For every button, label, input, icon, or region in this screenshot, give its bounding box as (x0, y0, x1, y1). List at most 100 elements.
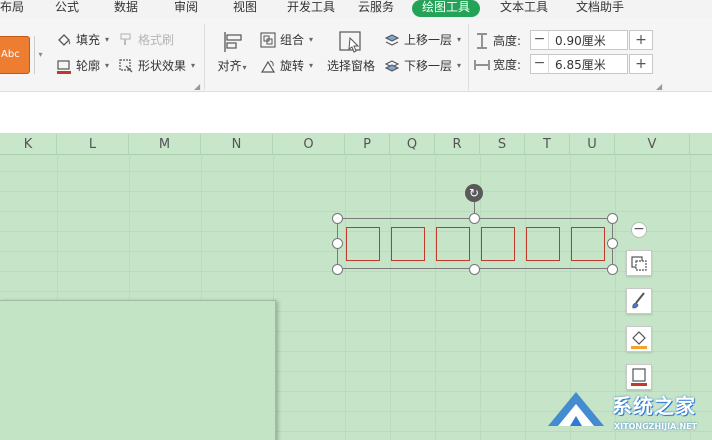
outline-button[interactable]: 轮廓 ▾ (56, 56, 109, 76)
grid-line (0, 191, 712, 192)
send-backward-button[interactable]: 下移一层 ▾ (384, 56, 461, 76)
watermark-logo-icon (548, 392, 604, 426)
watermark: 系统之家 XITONGZHIJIA.NET (538, 382, 712, 440)
width-input[interactable]: − 6.85厘米 (530, 54, 628, 74)
column-header[interactable]: O (273, 134, 345, 155)
group-button[interactable]: 组合 ▾ (260, 30, 313, 50)
align-icon (219, 30, 245, 54)
tab-cloud-service[interactable]: 云服务 (358, 0, 394, 17)
chevron-down-icon: ▾ (457, 61, 462, 70)
width-decrement-button[interactable]: − (531, 55, 549, 73)
shape-fill-quick-button[interactable] (626, 326, 652, 352)
tab-formulas[interactable]: 公式 (55, 0, 79, 17)
height-input[interactable]: − 0.90厘米 (530, 30, 628, 50)
shape-box[interactable] (436, 227, 470, 261)
height-icon (474, 32, 490, 49)
tab-developer[interactable]: 开发工具 (287, 0, 335, 17)
resize-handle-bottom-left[interactable] (332, 264, 343, 275)
resize-handle-top[interactable] (469, 213, 480, 224)
dialog-launcher-icon[interactable]: ◢ (656, 82, 662, 91)
resize-handle-top-left[interactable] (332, 213, 343, 224)
menu-tab-bar: 布局 公式 数据 审阅 视图 开发工具 云服务 绘图工具 文本工具 文档助手 (0, 0, 712, 18)
fill-bucket-icon (631, 331, 647, 349)
rotate-label: 旋转 (280, 59, 305, 73)
collapse-toolbar-icon[interactable]: − (631, 222, 647, 238)
column-header[interactable]: V (615, 134, 690, 155)
send-backward-label: 下移一层 (404, 59, 453, 73)
column-header[interactable]: T (525, 134, 570, 155)
grid-line (0, 211, 712, 212)
align-button[interactable]: 对齐▾ (212, 30, 252, 74)
column-header-bar: K L M N O P Q R S T U V (0, 134, 712, 155)
resize-handle-bottom[interactable] (469, 264, 480, 275)
tab-doc-assistant[interactable]: 文档助手 (576, 0, 624, 17)
column-header[interactable]: N (201, 134, 273, 155)
width-increment-button[interactable]: + (629, 54, 653, 74)
column-header[interactable]: Q (390, 134, 435, 155)
width-label-group: 宽度: (474, 56, 521, 73)
style-gallery-dropdown[interactable]: ▾ (34, 36, 46, 74)
height-label-group: 高度: (474, 32, 521, 49)
chevron-down-icon: ▾ (457, 35, 462, 44)
layout-options-button[interactable] (626, 250, 652, 276)
tab-review[interactable]: 审阅 (174, 0, 198, 17)
column-header[interactable]: K (0, 134, 57, 155)
column-header[interactable]: U (570, 134, 615, 155)
bring-forward-button[interactable]: 上移一层 ▾ (384, 30, 461, 50)
column-header[interactable]: M (129, 134, 201, 155)
shape-effects-button[interactable]: 形状效果 ▾ (118, 56, 195, 76)
formula-bar-area[interactable] (0, 92, 712, 134)
tab-text-tools[interactable]: 文本工具 (500, 0, 548, 17)
column-header[interactable]: L (57, 134, 129, 155)
column-header[interactable]: R (435, 134, 480, 155)
shape-style-swatch[interactable]: Abc (0, 36, 30, 74)
shape-effects-label: 形状效果 (138, 59, 187, 73)
height-decrement-button[interactable]: − (531, 31, 549, 49)
ribbon-toolbar: Abc ▾ 填充 ▾ 格式刷 轮廓 ▾ 形状效果 ▾ ◢ 对齐▾ 组合 ▾ 旋转… (0, 18, 712, 92)
column-header[interactable]: S (480, 134, 525, 155)
resize-handle-left[interactable] (332, 238, 343, 249)
fill-bucket-icon (56, 32, 72, 48)
chevron-down-icon: ▾ (309, 61, 314, 70)
tab-data[interactable]: 数据 (114, 0, 138, 17)
pen-outline-icon (56, 58, 72, 74)
rotate-button[interactable]: 旋转 ▾ (260, 56, 313, 76)
tab-view[interactable]: 视图 (233, 0, 257, 17)
format-painter-label: 格式刷 (138, 33, 175, 47)
column-header[interactable]: P (345, 134, 390, 155)
shape-box[interactable] (526, 227, 560, 261)
selected-shape-group[interactable] (337, 218, 613, 269)
floating-sheet-panel[interactable] (0, 300, 276, 440)
selection-pane-icon (338, 30, 364, 54)
chevron-down-icon: ▾ (242, 63, 247, 72)
resize-handle-right[interactable] (607, 238, 618, 249)
width-value[interactable]: 6.85厘米 (549, 56, 627, 73)
grid-line (525, 155, 526, 440)
height-value[interactable]: 0.90厘米 (549, 32, 627, 49)
tab-drawing-tools[interactable]: 绘图工具 (412, 0, 481, 17)
shape-box[interactable] (391, 227, 425, 261)
align-label: 对齐 (217, 59, 242, 73)
dialog-launcher-icon[interactable]: ◢ (194, 82, 200, 91)
shape-style-quick-button[interactable] (626, 288, 652, 314)
chevron-down-icon: ▾ (105, 61, 110, 70)
height-increment-button[interactable]: + (629, 30, 653, 50)
chevron-down-icon: ▾ (191, 61, 196, 70)
paint-brush-icon (118, 32, 134, 48)
resize-handle-bottom-right[interactable] (607, 264, 618, 275)
selection-pane-label: 选择窗格 (326, 59, 375, 73)
format-painter-button[interactable]: 格式刷 (118, 30, 174, 50)
grid-line (390, 155, 391, 440)
tab-layout[interactable]: 布局 (0, 0, 24, 17)
shape-box[interactable] (571, 227, 605, 261)
resize-handle-top-right[interactable] (607, 213, 618, 224)
shape-box[interactable] (481, 227, 515, 261)
width-icon (474, 57, 490, 73)
group-label: 组合 (280, 33, 305, 47)
selection-pane-button[interactable]: 选择窗格 (324, 30, 378, 74)
fill-button[interactable]: 填充 ▾ (56, 30, 109, 50)
grid-line (435, 155, 436, 440)
rotate-handle-icon[interactable]: ↻ (465, 184, 483, 202)
rotate-icon (260, 58, 276, 74)
shape-box[interactable] (346, 227, 380, 261)
